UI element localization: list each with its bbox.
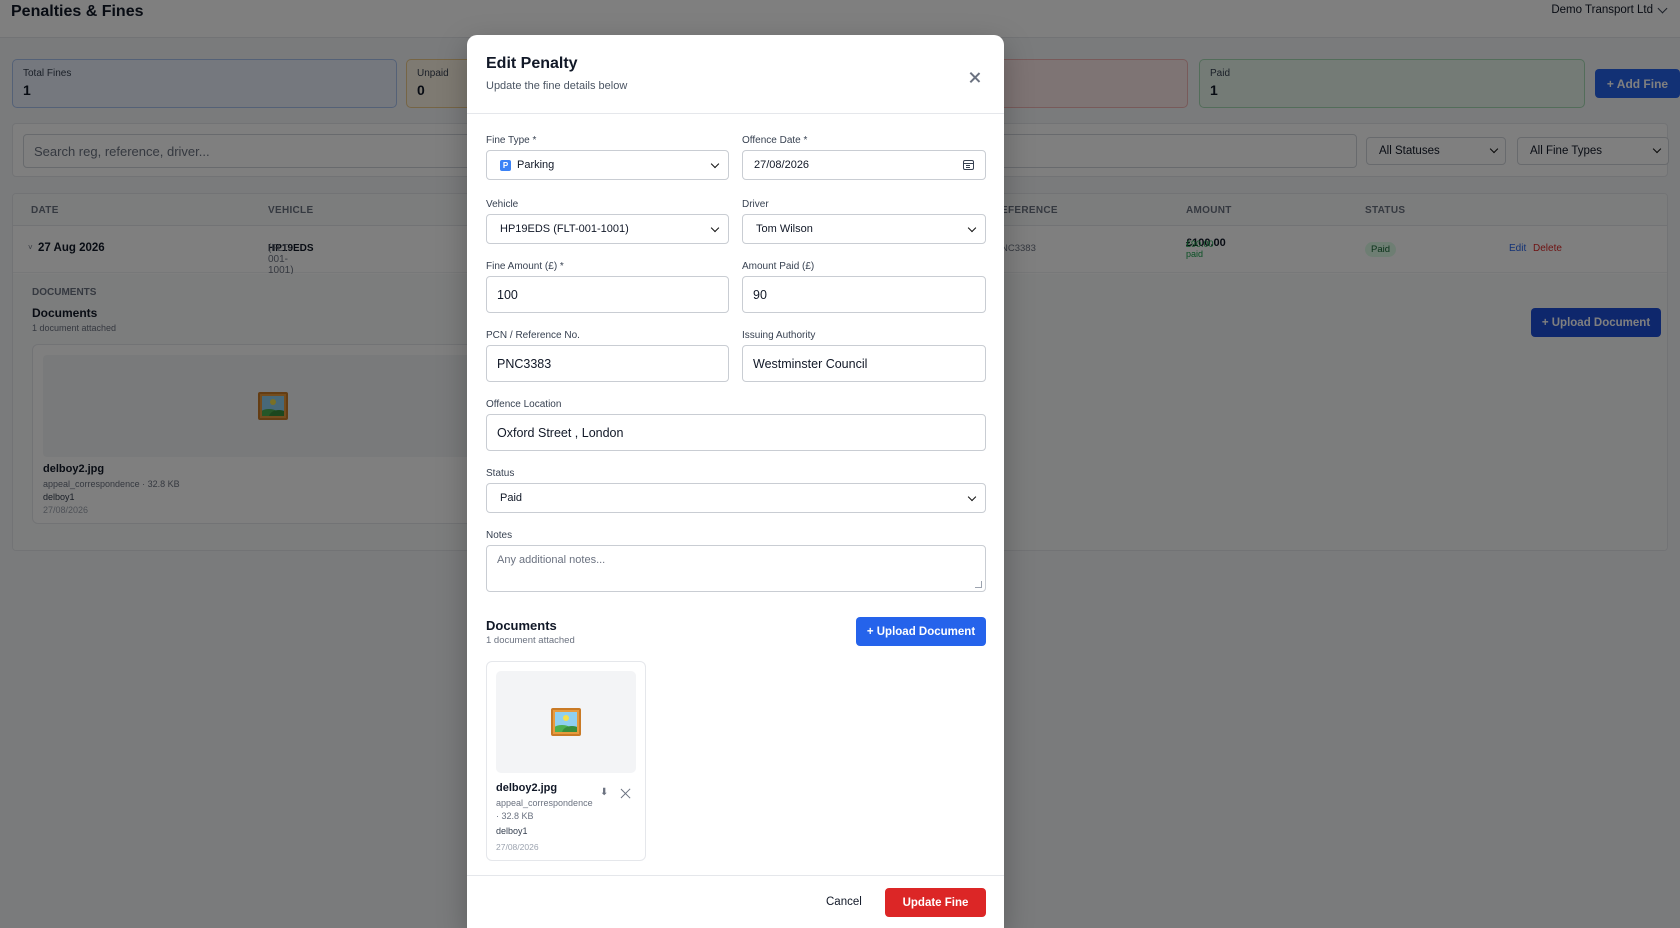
document-uploaded-by: delboy1 xyxy=(496,826,528,836)
parking-icon: P xyxy=(500,159,511,171)
fine-amount-value: 100 xyxy=(497,287,518,302)
pcn-value: PNC3383 xyxy=(497,356,552,371)
driver-label: Driver xyxy=(742,199,769,210)
modal-header: Edit Penalty Update the fine details bel… xyxy=(467,35,1004,114)
modal-footer: Cancel Update Fine xyxy=(467,875,1004,928)
status-value: Paid xyxy=(500,492,523,504)
notes-placeholder: Any additional notes... xyxy=(497,554,606,566)
fine-type-label: Fine Type * xyxy=(486,135,537,146)
fine-type-select[interactable]: P Parking xyxy=(486,150,729,180)
calendar-icon[interactable] xyxy=(963,160,974,170)
vehicle-value: HP19EDS (FLT-001-1001) xyxy=(500,223,629,235)
authority-value: Westminster Council xyxy=(753,356,868,371)
document-thumbnail[interactable] xyxy=(496,671,636,773)
resize-handle-icon[interactable] xyxy=(975,581,982,588)
chevron-down-icon xyxy=(710,159,720,169)
documents-title: Documents xyxy=(486,618,557,633)
authority-label: Issuing Authority xyxy=(742,330,816,341)
offence-date-input[interactable]: 27/08/2026 xyxy=(742,150,986,180)
chevron-down-icon xyxy=(967,492,977,502)
location-input[interactable]: Oxford Street , London xyxy=(486,414,986,451)
document-filename: delboy2.jpg xyxy=(496,782,558,794)
chevron-down-icon xyxy=(710,223,720,233)
modal-title: Edit Penalty xyxy=(486,55,578,72)
location-label: Offence Location xyxy=(486,399,562,410)
document-card[interactable]: delboy2.jpg ⬇ appeal_correspondence · 32… xyxy=(486,661,646,861)
amount-paid-label: Amount Paid (£) xyxy=(742,261,815,272)
upload-document-button[interactable]: + Upload Document xyxy=(856,617,986,646)
amount-paid-value: 90 xyxy=(753,287,767,302)
status-select[interactable]: Paid xyxy=(486,483,986,513)
notes-label: Notes xyxy=(486,530,513,541)
cancel-button[interactable]: Cancel xyxy=(826,896,862,908)
offence-date-label: Offence Date * xyxy=(742,135,808,146)
vehicle-label: Vehicle xyxy=(486,199,519,210)
download-icon[interactable]: ⬇ xyxy=(600,787,608,798)
remove-icon[interactable] xyxy=(620,788,631,799)
document-date: 27/08/2026 xyxy=(496,842,539,852)
chevron-down-icon xyxy=(967,223,977,233)
notes-textarea[interactable]: Any additional notes... xyxy=(486,545,986,592)
pcn-input[interactable]: PNC3383 xyxy=(486,345,729,382)
update-fine-button[interactable]: Update Fine xyxy=(885,888,986,917)
driver-value: Tom Wilson xyxy=(756,223,813,235)
fine-amount-label: Fine Amount (£) * xyxy=(486,261,564,272)
edit-penalty-modal: Edit Penalty Update the fine details bel… xyxy=(467,35,1004,928)
location-value: Oxford Street , London xyxy=(497,425,624,440)
offence-date-value: 27/08/2026 xyxy=(754,159,810,171)
vehicle-select[interactable]: HP19EDS (FLT-001-1001) xyxy=(486,214,729,244)
documents-count: 1 document attached xyxy=(486,635,575,646)
authority-input[interactable]: Westminster Council xyxy=(742,345,986,382)
status-label: Status xyxy=(486,468,515,479)
driver-select[interactable]: Tom Wilson xyxy=(742,214,986,244)
modal-subtitle: Update the fine details below xyxy=(486,80,628,92)
pcn-label: PCN / Reference No. xyxy=(486,330,580,341)
image-file-icon xyxy=(551,708,581,736)
fine-type-value: Parking xyxy=(517,159,555,171)
amount-paid-input[interactable]: 90 xyxy=(742,276,986,313)
fine-amount-input[interactable]: 100 xyxy=(486,276,729,313)
document-meta: appeal_correspondence · 32.8 KB xyxy=(496,798,593,821)
close-icon[interactable] xyxy=(969,72,981,84)
